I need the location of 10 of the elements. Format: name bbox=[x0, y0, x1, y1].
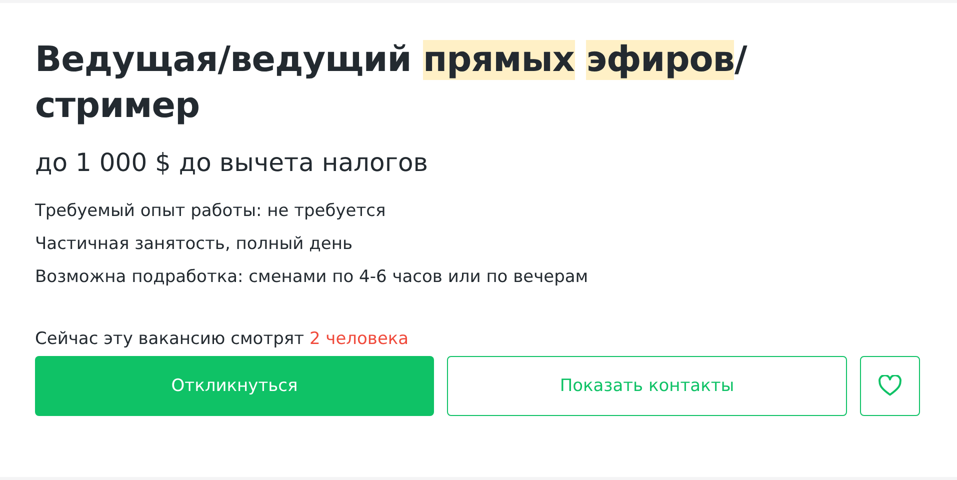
job-detail: Требуемый опыт работы: не требуется bbox=[35, 200, 387, 223]
respond-button[interactable]: Откликнуться bbox=[35, 356, 434, 416]
favorite-button[interactable] bbox=[860, 356, 920, 416]
job-detail: Возможна подработка: сменами по 4-6 часов или по вечерам bbox=[35, 266, 590, 289]
show-contacts-button[interactable]: Показать контакты bbox=[447, 356, 847, 416]
job-detail: Частичная занятость, полный день bbox=[35, 233, 354, 256]
heart-icon bbox=[878, 375, 902, 397]
job-title: Ведущая/ведущий прямых эфиров/ стример bbox=[35, 39, 748, 128]
viewers-note: Сейчас эту вакансию смотрят 2 человека bbox=[35, 328, 410, 351]
salary: до 1 000 $ до вычета налогов bbox=[35, 147, 429, 179]
